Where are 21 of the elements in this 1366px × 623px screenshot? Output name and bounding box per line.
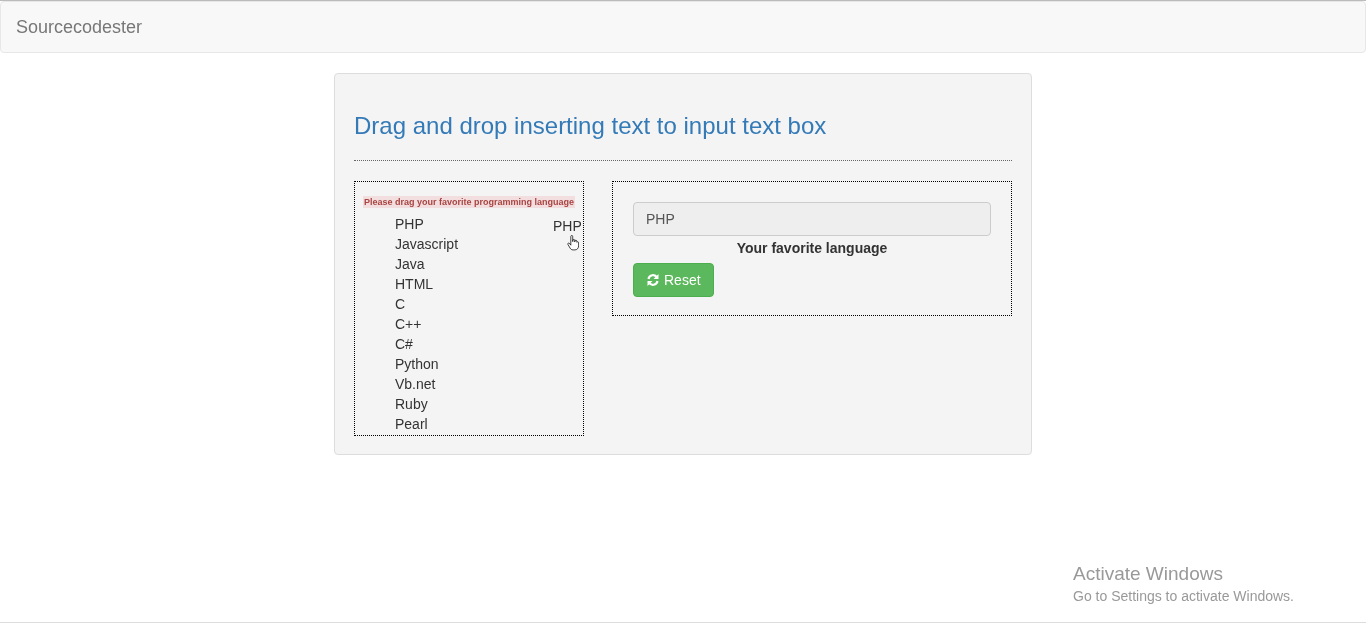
language-item[interactable]: Java <box>395 254 425 274</box>
refresh-icon <box>646 273 660 287</box>
language-item[interactable]: HTML <box>395 274 434 294</box>
language-item[interactable]: C <box>395 294 406 314</box>
activation-title: Activate Windows <box>1073 562 1224 586</box>
brand-link[interactable]: Sourcecodester <box>16 13 143 41</box>
hand-cursor-icon <box>567 235 579 251</box>
language-item[interactable]: Python <box>395 354 439 374</box>
drag-ghost: PHP <box>553 218 582 234</box>
language-input[interactable]: PHP <box>633 202 991 236</box>
language-item[interactable]: Pearl <box>395 414 428 434</box>
language-item[interactable]: Ruby <box>395 394 428 414</box>
language-item[interactable]: Javascript <box>395 234 459 254</box>
language-item[interactable]: C++ <box>395 314 422 334</box>
input-caption: Your favorite language <box>735 239 889 258</box>
hint-label: Please drag your favorite programming language <box>363 196 576 208</box>
activation-message: Go to Settings to activate Windows. <box>1073 587 1294 606</box>
language-item[interactable]: PHP <box>395 214 424 234</box>
panel-title: Drag and drop inserting text to input text box <box>354 112 828 140</box>
language-item[interactable]: Vb.net <box>395 374 436 394</box>
language-item[interactable]: C# <box>395 334 413 354</box>
